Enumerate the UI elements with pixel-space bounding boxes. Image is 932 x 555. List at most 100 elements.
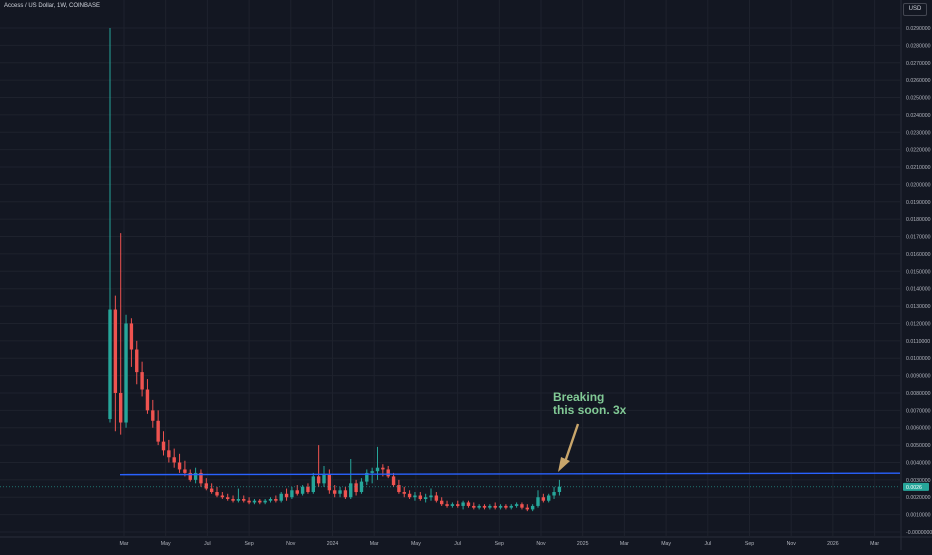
candle-body <box>338 490 342 494</box>
resistance-line[interactable] <box>119 472 901 476</box>
candle-body <box>450 504 455 506</box>
candle <box>493 502 497 510</box>
x-tick-label: Sep <box>244 541 253 547</box>
candle-body <box>530 505 535 510</box>
candle-body <box>525 507 529 510</box>
candle-body <box>349 483 353 498</box>
candle-body <box>140 372 144 390</box>
arrow-layer <box>558 423 580 472</box>
candle <box>193 467 198 484</box>
candle <box>242 495 246 503</box>
candle-body <box>520 504 524 508</box>
last-price-label: 0.0026 <box>906 485 922 491</box>
candle-body <box>231 498 235 501</box>
candle-body <box>295 490 299 494</box>
candle-body <box>151 410 155 421</box>
candle <box>252 498 257 505</box>
candle <box>466 500 471 508</box>
y-tick-label: 0.0240000 <box>906 113 931 119</box>
candle-body <box>183 469 187 473</box>
x-tick-label: Nov <box>286 541 296 547</box>
candle <box>536 490 540 508</box>
candle <box>418 492 422 501</box>
candle <box>263 498 267 505</box>
candle-body <box>472 505 476 508</box>
candle <box>236 488 241 503</box>
price-axis[interactable]: 0.0290000 0.0280000 0.0270000 0.0260000 0.02… <box>903 26 932 536</box>
candle-body <box>440 500 444 505</box>
candle <box>547 493 551 503</box>
candle-body <box>509 505 513 508</box>
candle-body <box>461 502 465 506</box>
candle-body <box>161 441 166 451</box>
x-tick-label: 2025 <box>577 541 589 547</box>
y-tick-label: 0.0190000 <box>906 200 931 206</box>
candle-body <box>322 474 326 484</box>
y-tick-label: 0.0070000 <box>906 408 931 414</box>
y-tick-label: 0.0230000 <box>906 130 931 136</box>
candle <box>557 479 562 496</box>
time-axis[interactable]: Mar May Jul Sep Nov 2024 Mar May Jul Sep Nov 2025 Ma… <box>120 541 880 547</box>
candle-body <box>242 498 246 501</box>
candle <box>140 361 144 397</box>
candle-body <box>252 500 257 503</box>
candle-body <box>547 495 551 501</box>
candle-body <box>119 392 123 423</box>
annotation-text[interactable]: Breaking this soon. 3x <box>553 391 643 417</box>
candle <box>177 453 182 473</box>
candle-body <box>124 323 128 423</box>
x-tick-label: 2026 <box>827 541 839 547</box>
candle <box>488 504 492 510</box>
currency-selector[interactable]: USD <box>903 3 927 16</box>
y-tick-label: -0.0000000 <box>906 530 932 536</box>
candle <box>274 495 278 503</box>
candle <box>145 379 150 414</box>
y-tick-label: 0.0040000 <box>906 460 931 466</box>
candlestick-chart[interactable]: 0.0290000 0.0280000 0.0270000 0.0260000 0.02… <box>0 0 932 550</box>
candle-body <box>434 495 439 501</box>
candle <box>322 465 326 487</box>
candle <box>306 483 310 494</box>
candle <box>397 479 401 494</box>
candle-body <box>300 486 305 494</box>
candle-body <box>386 469 390 477</box>
candle <box>199 469 203 487</box>
candle <box>284 488 289 501</box>
candle-body <box>407 493 412 498</box>
candle-body <box>536 497 540 506</box>
candle-body <box>226 497 230 499</box>
candle <box>429 488 433 501</box>
candle-body <box>514 504 519 506</box>
candle-body <box>311 476 315 493</box>
candle-body <box>284 493 289 498</box>
candle <box>119 233 123 435</box>
candle <box>231 495 235 503</box>
y-tick-label: 0.0130000 <box>906 304 931 310</box>
candle <box>279 492 283 503</box>
x-tick-label: Mar <box>870 541 879 547</box>
x-tick-label: 2024 <box>327 541 339 547</box>
y-tick-label: 0.0250000 <box>906 96 931 102</box>
candle <box>108 28 112 423</box>
candle <box>525 504 529 512</box>
candle <box>530 504 535 512</box>
y-tick-label: 0.0010000 <box>906 513 931 519</box>
y-tick-label: 0.0260000 <box>906 78 931 84</box>
candle-body <box>209 488 214 493</box>
y-tick-label: 0.0200000 <box>906 182 931 188</box>
candle-body <box>263 500 267 503</box>
candle <box>365 469 369 486</box>
x-tick-label: Mar <box>370 541 379 547</box>
candle <box>375 446 380 480</box>
candle-body <box>327 474 332 491</box>
candle <box>167 439 171 463</box>
y-tick-label: 0.0210000 <box>906 165 931 171</box>
candle-body <box>445 504 449 506</box>
x-tick-label: Sep <box>495 541 504 547</box>
candle-body <box>354 483 358 493</box>
candle-body <box>488 505 492 508</box>
candle-body <box>391 476 396 486</box>
candle-body <box>466 502 471 506</box>
candle-body <box>370 471 374 473</box>
chart-area[interactable]: 0.0290000 0.0280000 0.0270000 0.0260000 0.02… <box>0 0 932 550</box>
